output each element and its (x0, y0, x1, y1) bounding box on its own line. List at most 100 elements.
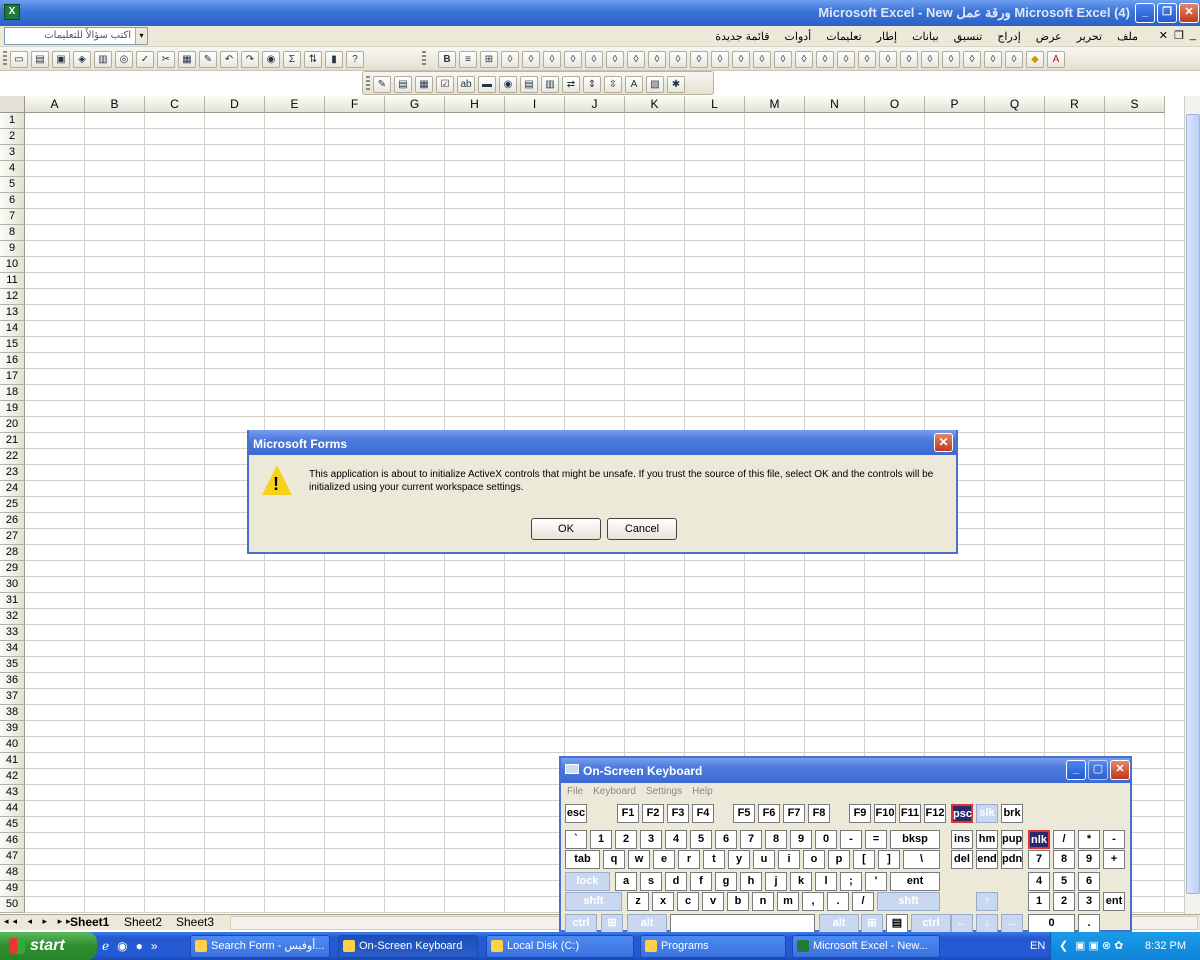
row-header[interactable]: 50 (0, 897, 25, 913)
toolbar-button-icon[interactable]: ◊ (837, 50, 855, 68)
row-header[interactable]: 42 (0, 769, 25, 785)
toolbar-grip[interactable] (422, 51, 426, 67)
osk-title-bar[interactable]: On-Screen Keyboard _ ▢ ✕ (561, 758, 1130, 783)
osk-key[interactable]: 1 (590, 830, 612, 849)
menu-help[interactable]: تعليمات (826, 30, 861, 43)
row-header[interactable]: 4 (0, 161, 25, 177)
media-player-icon[interactable]: ◉ (117, 939, 127, 953)
help-icon[interactable]: ? (346, 50, 364, 68)
ie-icon[interactable]: ℯ (102, 939, 109, 953)
osk-key[interactable]: nlk (1028, 830, 1050, 849)
row-header[interactable]: 8 (0, 225, 25, 241)
toolbar-button-icon[interactable]: ◊ (564, 50, 582, 68)
toolbar-button-icon[interactable]: ◊ (858, 50, 876, 68)
command-button-icon[interactable]: ▬ (478, 75, 496, 93)
osk-key[interactable]: end (976, 850, 998, 869)
merge-center-icon[interactable]: ⊞ (480, 50, 498, 68)
toolbar-button-icon[interactable]: ◊ (711, 50, 729, 68)
tab-sheet2[interactable]: Sheet2 (124, 915, 162, 930)
row-header[interactable]: 48 (0, 865, 25, 881)
row-header[interactable]: 10 (0, 257, 25, 273)
textbox-control-icon[interactable]: ab (457, 75, 475, 93)
osk-key[interactable]: ↑ (976, 892, 998, 911)
osk-key[interactable]: F5 (733, 804, 755, 823)
osk-key[interactable]: g (715, 872, 737, 891)
more-controls-icon[interactable]: ✱ (667, 75, 685, 93)
open-icon[interactable]: ▤ (31, 50, 49, 68)
task-programs[interactable]: Programs (640, 935, 786, 958)
osk-key[interactable]: slk (976, 804, 998, 823)
image-control-icon[interactable]: ▧ (646, 75, 664, 93)
osk-key[interactable]: x (652, 892, 674, 911)
clock[interactable]: 8:32 PM (1145, 940, 1186, 952)
osk-key[interactable]: ⊞ (601, 914, 623, 933)
more-quicklaunch-icon[interactable]: » (151, 939, 158, 953)
task-on-screen-keyboard[interactable]: On-Screen Keyboard (338, 935, 478, 958)
toolbar-button-icon[interactable]: ◊ (921, 50, 939, 68)
osk-key[interactable]: ctrl (911, 914, 951, 933)
row-header[interactable]: 24 (0, 481, 25, 497)
menu-new-menu[interactable]: قائمة جديدة (715, 30, 769, 43)
osk-key[interactable]: 7 (1028, 850, 1050, 869)
osk-key[interactable]: ] (878, 850, 900, 869)
listbox-control-icon[interactable]: ▤ (520, 75, 538, 93)
osk-key[interactable]: \ (903, 850, 940, 869)
row-header[interactable]: 35 (0, 657, 25, 673)
toolbar-button-icon[interactable]: ◊ (753, 50, 771, 68)
row-header[interactable]: 15 (0, 337, 25, 353)
row-header[interactable]: 45 (0, 817, 25, 833)
osk-key[interactable]: , (802, 892, 824, 911)
osk-key[interactable]: 3 (640, 830, 662, 849)
row-header[interactable]: 2 (0, 129, 25, 145)
tray-chevron-icon[interactable]: ❮ (1059, 939, 1068, 952)
row-header[interactable]: 29 (0, 561, 25, 577)
menu-edit[interactable]: تحرير (1077, 30, 1102, 43)
osk-key[interactable]: F9 (849, 804, 871, 823)
osk-key[interactable]: o (803, 850, 825, 869)
osk-key[interactable]: 9 (1078, 850, 1100, 869)
osk-key[interactable]: F11 (899, 804, 921, 823)
osk-key[interactable]: F1 (617, 804, 639, 823)
osk-key[interactable]: lock (565, 872, 610, 891)
hyperlink-icon[interactable]: ◉ (262, 50, 280, 68)
osk-key[interactable]: * (1078, 830, 1100, 849)
option-button-icon[interactable]: ◉ (499, 75, 517, 93)
row-header[interactable]: 33 (0, 625, 25, 641)
view-code-icon[interactable]: ▦ (415, 75, 433, 93)
osk-key[interactable]: w (628, 850, 650, 869)
osk-key[interactable]: F2 (642, 804, 664, 823)
row-header[interactable]: 41 (0, 753, 25, 769)
row-header[interactable]: 37 (0, 689, 25, 705)
osk-key[interactable]: alt (819, 914, 859, 933)
select-all-corner[interactable] (0, 96, 25, 113)
row-header[interactable]: 17 (0, 369, 25, 385)
osk-key[interactable]: ▤ (886, 914, 908, 933)
row-header[interactable]: 38 (0, 705, 25, 721)
osk-key[interactable]: / (852, 892, 874, 911)
row-header[interactable]: 26 (0, 513, 25, 529)
autosum-icon[interactable]: Σ (283, 50, 301, 68)
toolbar-button-icon[interactable]: ◊ (942, 50, 960, 68)
osk-key[interactable]: F7 (783, 804, 805, 823)
close-button[interactable]: ✕ (1179, 3, 1199, 23)
osk-key[interactable]: 6 (1078, 872, 1100, 891)
osk-key[interactable]: . (1078, 914, 1100, 933)
toolbar-button-icon[interactable]: ◊ (1005, 50, 1023, 68)
toolbar-button-icon[interactable]: ◊ (774, 50, 792, 68)
sort-icon[interactable]: ⇅ (304, 50, 322, 68)
column-header[interactable]: D (205, 96, 265, 113)
osk-key[interactable]: 6 (715, 830, 737, 849)
osk-key[interactable]: tab (565, 850, 600, 869)
column-header[interactable]: J (565, 96, 625, 113)
osk-key[interactable]: h (740, 872, 762, 891)
task-excel[interactable]: Microsoft Excel - New... (792, 935, 940, 958)
osk-key[interactable]: p (828, 850, 850, 869)
row-header[interactable]: 39 (0, 721, 25, 737)
firefox-icon[interactable]: ● (136, 939, 143, 953)
paste-icon[interactable]: ▦ (178, 50, 196, 68)
menu-data[interactable]: بيانات (912, 30, 939, 43)
row-header[interactable]: 47 (0, 849, 25, 865)
osk-key[interactable]: 7 (740, 830, 762, 849)
doc-close-icon[interactable]: ✕ (1159, 29, 1168, 42)
toolbar-button-icon[interactable]: ◊ (648, 50, 666, 68)
